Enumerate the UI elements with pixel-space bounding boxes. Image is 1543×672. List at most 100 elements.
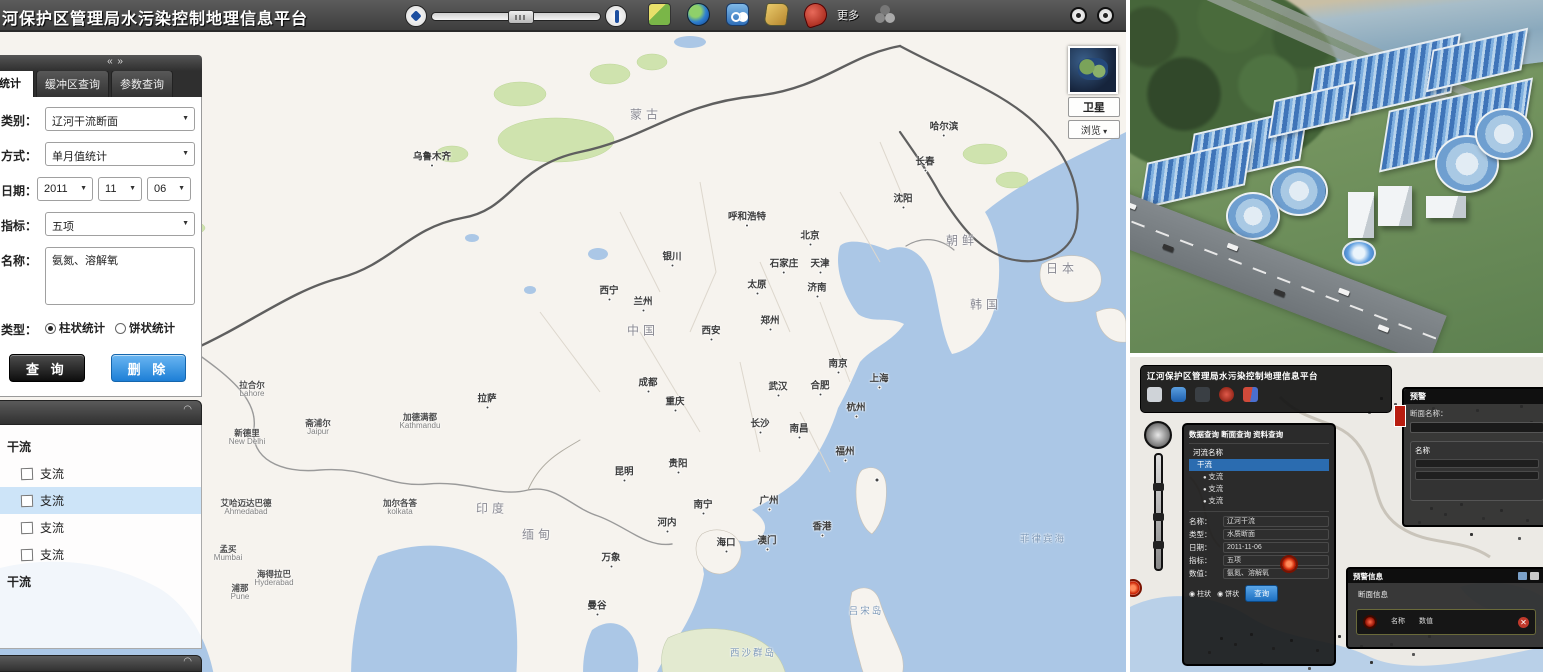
mini-home-icon[interactable] xyxy=(1171,387,1186,402)
mini-tree-row[interactable]: 支流 xyxy=(1189,495,1329,507)
category-select[interactable]: 辽河干流断面 xyxy=(45,107,195,131)
map-city-label: 福州 xyxy=(835,444,854,463)
mini-flag-icon[interactable] xyxy=(1243,387,1258,402)
layer-item[interactable]: 支流 xyxy=(0,487,201,514)
mode-select[interactable]: 单月值统计 xyxy=(45,142,195,166)
layer-item[interactable]: 支流 xyxy=(0,541,201,568)
year-select[interactable]: 2011 xyxy=(37,177,93,201)
collapse-left-button[interactable] xyxy=(1070,7,1087,24)
link-tool-icon[interactable] xyxy=(726,3,749,26)
map-city-label: 澳门 xyxy=(757,533,776,552)
layer-item[interactable]: 支流 xyxy=(0,460,201,487)
layer-checkbox[interactable] xyxy=(21,467,33,479)
city-dot-icon xyxy=(877,386,881,390)
city-dot-icon xyxy=(755,292,759,296)
mini-form-value[interactable]: 水质断面 xyxy=(1223,529,1329,540)
chart-type-radio-0[interactable]: 柱状统计 xyxy=(45,320,105,336)
city-dot-icon xyxy=(646,390,650,394)
map-city-label: 银川 xyxy=(662,249,681,268)
city-dot-icon xyxy=(430,164,434,168)
layer-panel-header[interactable] xyxy=(0,400,202,425)
layer-checkbox[interactable] xyxy=(21,494,33,506)
mini-tree-row[interactable]: 河流名称 xyxy=(1189,447,1329,459)
draw-tool-icon[interactable] xyxy=(763,3,789,26)
city-dot-icon xyxy=(724,550,728,554)
category-label: 类别： xyxy=(1,107,45,129)
toolbar-icons: 更多 xyxy=(648,3,885,26)
mini-form-value[interactable]: 2011-11-06 xyxy=(1223,542,1329,553)
mini-form-value[interactable]: 五项 xyxy=(1223,555,1329,566)
layer-label: 支流 xyxy=(40,546,64,563)
layer-checkbox[interactable] xyxy=(21,521,33,533)
more-menu-label[interactable]: 更多 xyxy=(837,7,859,23)
mini-layers-icon[interactable] xyxy=(1195,387,1210,402)
mini-info-chart-icon[interactable] xyxy=(1518,572,1527,580)
chart-type-radio-1[interactable]: 饼状统计 xyxy=(115,320,175,336)
mini-zoom-knob[interactable] xyxy=(1153,483,1164,491)
indicator-select[interactable]: 五项 xyxy=(45,212,195,236)
city-dot-icon xyxy=(776,394,780,398)
query-panel-collapse-bar[interactable] xyxy=(0,55,202,71)
mini-zoom-knob[interactable] xyxy=(1153,513,1164,521)
mini-panel-tabs[interactable]: 数据查询 断面查询 资料查询 xyxy=(1189,429,1329,444)
city-dot-icon xyxy=(673,409,677,413)
layer-checkbox[interactable] xyxy=(21,548,33,560)
browse-dropdown[interactable]: 浏览 xyxy=(1068,120,1120,139)
mini-pan-wheel[interactable] xyxy=(1144,421,1172,449)
month-select[interactable]: 11 xyxy=(98,177,142,201)
map-city-label: 曼谷 xyxy=(587,598,606,617)
mini-info-close-icon[interactable]: ✕ xyxy=(1518,617,1529,628)
mini-target-icon[interactable] xyxy=(1219,387,1234,402)
mini-alert-input[interactable] xyxy=(1410,422,1543,433)
mini-alert-header[interactable]: 预警 xyxy=(1404,389,1543,404)
mini-zoom-track[interactable] xyxy=(1154,453,1163,571)
name-textarea[interactable] xyxy=(45,247,195,305)
mini-info-minimize-icon[interactable] xyxy=(1530,572,1539,580)
earth-view-icon[interactable] xyxy=(687,3,710,26)
mini-form-value[interactable]: 辽河干流 xyxy=(1223,516,1329,527)
layer-item[interactable]: 支流 xyxy=(0,514,201,541)
bottom-panel-header[interactable] xyxy=(0,655,202,672)
mini-title-bar: 辽河保护区管理局水污染控制地理信息平台 xyxy=(1140,365,1392,413)
map-type-control[interactable]: 卫星 浏览 xyxy=(1068,46,1120,139)
zoom-in-button[interactable] xyxy=(605,5,627,27)
marker-tool-icon[interactable] xyxy=(801,0,830,29)
collapse-right-button[interactable] xyxy=(1097,7,1114,24)
measure-tool-icon[interactable] xyxy=(648,3,671,26)
mini-radio-pie[interactable]: 饼状 xyxy=(1217,589,1239,599)
query-tab-2[interactable]: 参数查询 xyxy=(111,70,173,97)
zoom-slider-track[interactable] xyxy=(431,12,601,21)
mini-tool-icon[interactable] xyxy=(1147,387,1162,402)
query-tab-0[interactable]: 统计 xyxy=(0,68,34,97)
more-tools-icon[interactable] xyxy=(875,13,885,23)
map-country-label: 韩国 xyxy=(970,296,1002,313)
mini-zoom-control[interactable] xyxy=(1144,421,1172,581)
mini-form-row: 类型：水质断面 xyxy=(1189,528,1329,541)
city-dot-icon xyxy=(767,508,771,512)
mini-alert-panel: 预警 断面名称： 名称 xyxy=(1402,387,1543,527)
mini-form-label: 日期： xyxy=(1189,541,1223,554)
mini-zoom-knob[interactable] xyxy=(1153,541,1164,549)
map-city-label: 加尔各答kolkata xyxy=(383,499,417,517)
zoom-in-icon xyxy=(615,10,619,23)
query-tab-1[interactable]: 缓冲区查询 xyxy=(36,70,109,97)
query-button[interactable]: 查 询 xyxy=(9,354,85,382)
mini-tree-row[interactable]: 支流 xyxy=(1189,471,1329,483)
day-select[interactable]: 06 xyxy=(147,177,191,201)
alert-map-marker[interactable] xyxy=(1280,555,1298,573)
city-dot-icon xyxy=(622,479,626,483)
zoom-out-button[interactable] xyxy=(405,5,427,27)
satellite-thumbnail-icon[interactable] xyxy=(1068,46,1118,94)
zoom-slider-handle[interactable] xyxy=(508,10,534,24)
delete-button[interactable]: 删 除 xyxy=(111,354,187,382)
mini-query-button[interactable]: 查询 xyxy=(1245,585,1278,602)
mini-form-value[interactable]: 氨氮、溶解氧 xyxy=(1223,568,1329,579)
mini-tree-row[interactable]: 支流 xyxy=(1189,483,1329,495)
map-city-label: 河内 xyxy=(657,515,676,534)
mode-label: 方式： xyxy=(1,142,45,164)
mini-tree-row[interactable]: 干流 xyxy=(1189,459,1329,471)
mini-radio-bar[interactable]: 柱状 xyxy=(1189,589,1211,599)
map-city-label: 昆明 xyxy=(614,464,633,483)
map-country-label: 印度 xyxy=(476,500,508,517)
satellite-toggle[interactable]: 卫星 xyxy=(1068,97,1120,117)
